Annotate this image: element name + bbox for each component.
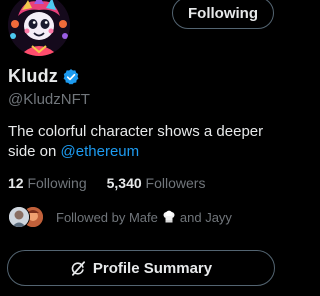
- followed-by-suffix: and Jayy: [179, 209, 232, 225]
- followers-count: 5,340: [106, 175, 142, 191]
- profile-hover-card: Following Kludz @KludzNFT The colorful c…: [0, 0, 291, 296]
- profile-avatar[interactable]: [8, 0, 70, 56]
- bio-mention-link[interactable]: @ethereum: [61, 143, 140, 160]
- follower-avatars: [8, 206, 46, 228]
- following-stat[interactable]: 12 Following: [8, 175, 87, 191]
- followers-label: Followers: [145, 175, 206, 191]
- verified-badge-icon: [62, 68, 80, 86]
- followed-by-row[interactable]: Followed by Mafe and Jayy: [8, 206, 232, 228]
- followers-stat[interactable]: 5,340 Followers: [107, 175, 206, 191]
- follower-avatar-mafe: [8, 206, 30, 228]
- profile-bio: The colorful character shows a deeper si…: [8, 122, 286, 162]
- profile-summary-label: Profile Summary: [92, 259, 213, 277]
- grok-icon: [70, 260, 87, 277]
- following-label: Following: [27, 175, 87, 191]
- following-count: 12: [8, 175, 24, 191]
- follow-stats: 12 Following 5,340 Followers: [8, 175, 205, 191]
- display-name[interactable]: Kludz: [8, 66, 58, 87]
- profile-summary-button[interactable]: Profile Summary: [7, 250, 275, 286]
- name-row: Kludz: [8, 66, 80, 87]
- chef-hat-icon: [162, 210, 176, 224]
- cartoon-character-avatar-icon: [8, 0, 70, 56]
- following-button[interactable]: Following: [172, 0, 274, 29]
- followed-by-text: Followed by Mafe and Jayy: [56, 210, 232, 225]
- user-handle: @KludzNFT: [8, 91, 90, 108]
- followed-by-prefix: Followed by Mafe: [56, 209, 158, 225]
